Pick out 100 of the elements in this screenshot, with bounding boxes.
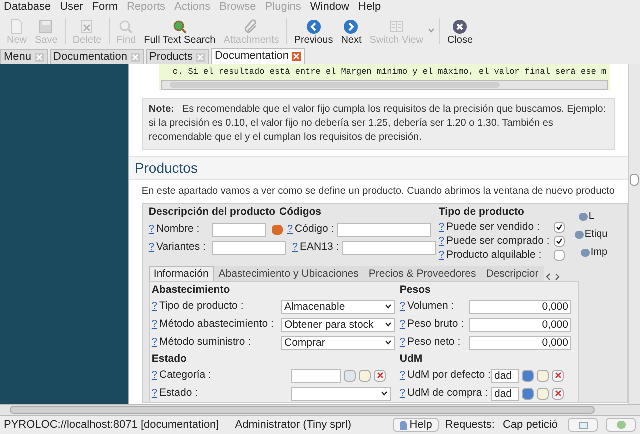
field-label: Código :	[295, 222, 336, 237]
field-label: Método suministro :	[159, 334, 252, 350]
close-icon[interactable]	[130, 52, 140, 62]
help-link[interactable]: ?	[438, 220, 444, 236]
tab[interactable]: Descripcior	[481, 266, 544, 281]
field-label: Volumen :	[407, 298, 456, 314]
checkbox[interactable]	[554, 222, 566, 234]
menu-item[interactable]: Database	[4, 0, 52, 16]
field-label: EAN13 :	[300, 240, 340, 255]
tab[interactable]: Products	[146, 49, 209, 64]
input-field[interactable]	[342, 240, 436, 255]
dropdown[interactable]: Obtener para stock	[281, 318, 396, 332]
code-scrollbar[interactable]	[160, 80, 608, 90]
help-link[interactable]: ?	[438, 234, 444, 250]
group-title: Tipo de producto	[438, 205, 526, 220]
tab[interactable]: Precios & Proveedores	[364, 266, 482, 281]
group-title: Códigos	[280, 205, 322, 220]
input-field[interactable]	[337, 222, 432, 237]
input-field[interactable]: dad	[491, 368, 520, 383]
new-button[interactable]	[537, 370, 550, 382]
clear-button[interactable]	[374, 370, 386, 382]
vertical-scrollbar[interactable]	[628, 64, 640, 404]
help-link[interactable]: ?	[400, 317, 406, 332]
print-link[interactable]: Imp	[580, 245, 608, 260]
help-link[interactable]: ?	[438, 248, 444, 264]
menu-item[interactable]: Window	[310, 0, 350, 16]
tab[interactable]: Menu	[0, 49, 48, 64]
input-field[interactable]: dad	[491, 386, 520, 401]
group-title: Descripción del producto	[148, 205, 276, 220]
field-label: Producto alquilable :	[446, 248, 543, 263]
tab[interactable]: Información	[148, 266, 214, 281]
checkbox[interactable]	[554, 250, 566, 262]
tab[interactable]: Documentation	[50, 49, 144, 64]
print-link[interactable]: L	[578, 209, 594, 224]
toolbar-button[interactable]: Next	[338, 19, 365, 47]
help-link[interactable]: ?	[400, 368, 406, 384]
input-field[interactable]	[212, 222, 266, 237]
help-link[interactable]: ?	[148, 240, 154, 256]
dropdown[interactable]: Comprar	[281, 336, 396, 350]
help-link[interactable]: ?	[400, 299, 406, 314]
menu-item[interactable]: Form	[92, 0, 118, 16]
tab[interactable]: Abastecimiento y Ubicaciones	[214, 266, 364, 281]
caret-icon[interactable]	[428, 28, 436, 33]
help-button[interactable]: Help	[392, 418, 440, 432]
request-button[interactable]	[606, 418, 636, 432]
note-text: Note: Es recomendable que el valor fijo cumpla los requisitos de la precisión que buscamos. Ejemplo: si la precisión es 0.10, el valor fijo no debería ser 1.25, debería ser 1.20 o 1.30. También es recomendable que el y el cumplan los requisitos de precisión.	[142, 98, 615, 150]
help-link[interactable]: ?	[292, 240, 298, 256]
user-info: Administrator (Tiny sprl)	[235, 418, 352, 433]
help-link[interactable]: ?	[400, 386, 406, 402]
search-icon	[172, 19, 188, 35]
clear-button[interactable]	[552, 370, 564, 382]
delete-icon	[79, 19, 96, 35]
field-label: Puede ser comprado :	[446, 234, 551, 249]
menu-item[interactable]: User	[60, 0, 84, 16]
help-link[interactable]: ?	[152, 386, 158, 402]
print-link[interactable]: Etiqu	[574, 227, 608, 242]
field-label: Variantes :	[156, 240, 207, 255]
help-link[interactable]: ?	[152, 299, 158, 314]
field-label: Peso neto :	[407, 334, 462, 350]
field-label: Peso bruto :	[407, 316, 466, 332]
columns-icon	[388, 19, 405, 35]
dropdown[interactable]: Almacenable	[281, 300, 396, 314]
group-title: UdM	[400, 352, 424, 367]
toolbar-button[interactable]: Close	[444, 19, 476, 47]
checkbox[interactable]	[554, 236, 566, 248]
close-icon[interactable]	[34, 52, 44, 62]
close-icon	[554, 372, 562, 380]
new-button[interactable]	[359, 370, 372, 382]
envelope-icon	[578, 422, 588, 428]
tab-scroll-arrows-icon[interactable]	[546, 272, 560, 281]
close-icon[interactable]	[196, 52, 205, 62]
code-line: c. Si el resultado está entre el Margen mínimo y el máximo, el valor final será ese m	[172, 67, 608, 78]
floppy-icon	[38, 19, 54, 35]
help-link[interactable]: ?	[400, 335, 406, 350]
help-link[interactable]: ?	[287, 222, 294, 238]
help-link[interactable]: ?	[152, 317, 158, 332]
help-link[interactable]: ?	[148, 222, 154, 238]
dropdown[interactable]	[291, 386, 392, 401]
menu-item[interactable]: Help	[358, 0, 382, 16]
search-button[interactable]	[344, 370, 356, 382]
input-field[interactable]	[212, 240, 286, 255]
connection-info: PYROLOC://localhost:8071 [documentation]	[4, 418, 220, 433]
message-button[interactable]	[568, 418, 598, 432]
group-title: Abastecimiento	[152, 282, 232, 298]
field-label: Método abastecimiento :	[159, 316, 275, 332]
input-field[interactable]: 0,000	[469, 336, 572, 350]
clear-button[interactable]	[552, 388, 564, 400]
input-field[interactable]: 0,000	[469, 300, 572, 314]
close-icon[interactable]	[292, 52, 301, 61]
close-icon	[376, 372, 384, 380]
help-link[interactable]: ?	[152, 368, 158, 384]
tab[interactable]: Documentation	[210, 48, 305, 64]
toolbar-button[interactable]: Previous	[291, 19, 336, 47]
group-title: Estado	[152, 352, 188, 367]
new-button[interactable]	[537, 388, 550, 400]
input-field[interactable]	[291, 368, 342, 383]
toolbar-button[interactable]: Full Text Search	[141, 19, 219, 47]
help-link[interactable]: ?	[152, 335, 158, 350]
input-field[interactable]: 0,000	[469, 318, 572, 332]
horizontal-scrollbar[interactable]	[0, 404, 640, 416]
